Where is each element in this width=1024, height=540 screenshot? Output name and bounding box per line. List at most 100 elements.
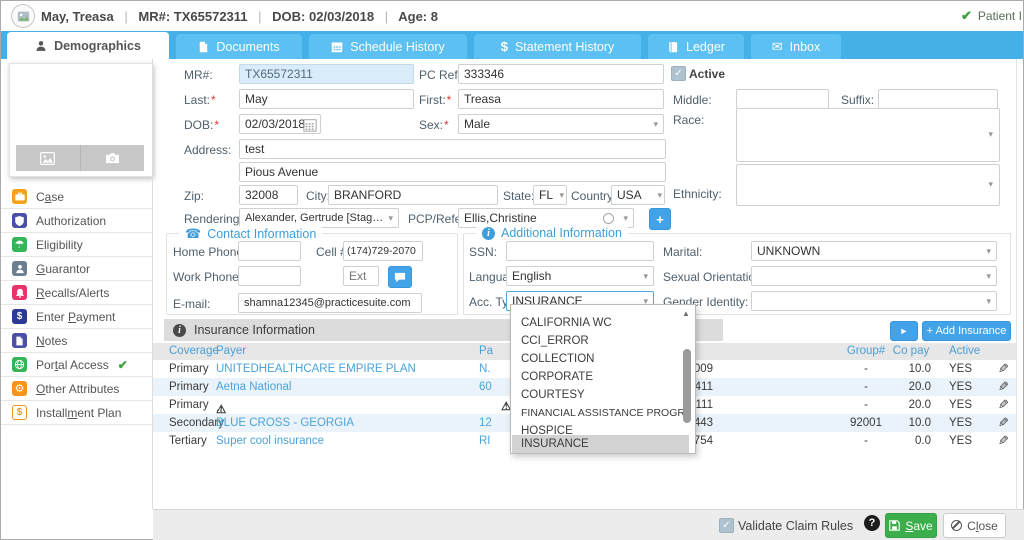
- expand-insurance-button[interactable]: ►: [890, 321, 918, 341]
- ethnicity-multiselect[interactable]: ▾: [736, 164, 1000, 206]
- home-phone-input[interactable]: [238, 241, 301, 261]
- edit-icon[interactable]: ✎: [998, 415, 1009, 431]
- race-multiselect[interactable]: ▾: [736, 108, 1000, 162]
- col-active[interactable]: Active: [949, 345, 980, 357]
- calendar-icon: [331, 41, 343, 53]
- calendar-picker-icon[interactable]: [303, 118, 317, 132]
- close-button[interactable]: Close: [943, 513, 1006, 538]
- tab-documents[interactable]: Documents: [176, 34, 302, 59]
- col-policy[interactable]: Pa: [479, 345, 493, 357]
- policy-link[interactable]: RI: [479, 435, 491, 447]
- sidebar-item-case[interactable]: Case: [1, 185, 152, 209]
- tab-ledger[interactable]: Ledger: [648, 34, 744, 59]
- city-input[interactable]: [328, 185, 498, 205]
- col-coverage[interactable]: Coverage: [169, 345, 219, 357]
- tab-statement-history[interactable]: $ Statement History: [474, 34, 641, 59]
- col-copay[interactable]: Co pay: [891, 345, 931, 357]
- work-phone-input[interactable]: [238, 266, 301, 286]
- zip-input[interactable]: [239, 185, 298, 205]
- address-line2-input[interactable]: [239, 162, 666, 182]
- sidebar-item-other-attributes[interactable]: ⚙ Other Attributes: [1, 377, 152, 401]
- dropdown-option[interactable]: CORPORATE: [512, 368, 689, 386]
- address-line1-input[interactable]: [239, 139, 666, 159]
- suffix-input[interactable]: [878, 89, 998, 109]
- state-select[interactable]: FL▾: [533, 185, 567, 205]
- dropdown-option-selected[interactable]: INSURANCE: [512, 435, 689, 453]
- tab-demographics[interactable]: Demographics: [7, 32, 169, 59]
- add-provider-button[interactable]: +: [649, 208, 671, 230]
- email-input[interactable]: [238, 293, 422, 313]
- dropdown-option[interactable]: CCI_ERROR: [512, 332, 689, 350]
- last-name-input[interactable]: [239, 89, 414, 109]
- dob-input[interactable]: 02/03/2018: [239, 114, 321, 134]
- gender-identity-select[interactable]: ▾: [751, 291, 997, 311]
- sidebar-item-enter-payment[interactable]: $ Enter Payment: [1, 305, 152, 329]
- dropdown-option[interactable]: FINANCIAL ASSISTANCE PROGRAM: [512, 404, 689, 422]
- validate-claim-rules-checkbox[interactable]: ✓: [719, 518, 734, 533]
- scrollbar-thumb[interactable]: [683, 349, 691, 423]
- address-label: Address:: [184, 143, 231, 157]
- help-icon[interactable]: ?: [864, 515, 880, 531]
- edit-icon[interactable]: ✎: [998, 433, 1009, 449]
- edit-icon[interactable]: ✎: [998, 379, 1009, 395]
- cell-input[interactable]: [343, 241, 423, 261]
- upload-photo-button[interactable]: [16, 145, 80, 171]
- sexual-orientation-label: Sexual Orientation:: [663, 270, 765, 284]
- tab-schedule-history[interactable]: Schedule History: [309, 34, 467, 59]
- policy-link[interactable]: 12: [479, 417, 492, 429]
- tab-inbox[interactable]: ✉ Inbox: [751, 34, 841, 59]
- save-button[interactable]: Save: [885, 513, 937, 538]
- sexual-orientation-select[interactable]: ▾: [751, 266, 997, 286]
- add-insurance-button[interactable]: + Add Insurance: [922, 321, 1011, 341]
- policy-link[interactable]: N.: [479, 363, 491, 375]
- edit-icon[interactable]: ✎: [998, 397, 1009, 413]
- language-select[interactable]: English▾: [506, 266, 654, 286]
- marital-select[interactable]: UNKNOWN▾: [751, 241, 997, 261]
- shield-icon: [12, 213, 27, 228]
- sidebar-item-guarantor[interactable]: Guarantor: [1, 257, 152, 281]
- clear-circle-icon[interactable]: [603, 213, 614, 224]
- first-name-input[interactable]: [458, 89, 664, 109]
- pcp-referring-input[interactable]: Ellis,Christine ▾: [458, 208, 634, 228]
- payer-link[interactable]: Aetna National: [216, 381, 291, 393]
- payer-link[interactable]: BLUE CROSS - GEORGIA: [216, 417, 354, 429]
- chevron-down-icon: ▾: [619, 213, 628, 224]
- copay-cell: 10.0: [891, 363, 931, 375]
- race-label: Race:: [673, 113, 704, 127]
- sidebar-item-portal-access[interactable]: Portal Access ✔: [1, 353, 152, 377]
- coverage-cell: Primary: [169, 399, 209, 411]
- mr-input[interactable]: [239, 64, 414, 84]
- active-cell: YES: [949, 363, 972, 375]
- panel-right-border: [1016, 59, 1017, 509]
- policy-link[interactable]: 60: [479, 381, 492, 393]
- scroll-up-icon[interactable]: ▲: [682, 309, 690, 318]
- sidebar-item-notes[interactable]: Notes: [1, 329, 152, 353]
- take-photo-button[interactable]: [80, 145, 145, 171]
- dropdown-option[interactable]: COURTESY: [512, 386, 689, 404]
- country-select[interactable]: USA▾: [611, 185, 665, 205]
- dropdown-option[interactable]: COLLECTION: [512, 350, 689, 368]
- sms-button[interactable]: [388, 266, 412, 288]
- payer-link[interactable]: UNITEDHEALTHCARE EMPIRE PLAN: [216, 363, 416, 375]
- edit-icon[interactable]: ✎: [998, 361, 1009, 377]
- dob-label: DOB:*: [184, 118, 219, 132]
- col-payer[interactable]: Payer: [216, 345, 246, 357]
- col-group[interactable]: Group#: [841, 345, 891, 357]
- sidebar-item-eligibility[interactable]: ☂ Eligibility: [1, 233, 152, 257]
- validate-claim-rules-label: Validate Claim Rules: [738, 519, 853, 533]
- sidebar-item-installment-plan[interactable]: $ Installment Plan: [1, 401, 152, 425]
- middle-name-input[interactable]: [736, 89, 829, 109]
- save-disk-icon: [889, 520, 900, 531]
- sidebar-item-authorization[interactable]: Authorization: [1, 209, 152, 233]
- ssn-input[interactable]: [506, 241, 654, 261]
- active-checkbox[interactable]: ✓: [671, 66, 686, 81]
- sex-select[interactable]: Male ▾: [458, 114, 664, 134]
- ext-input[interactable]: [343, 266, 379, 286]
- payer-link[interactable]: Super cool insurance: [216, 435, 324, 447]
- active-label: Active: [689, 67, 725, 81]
- rendering-provider-select[interactable]: Alexander, Gertrude [Stage QA] ▾: [239, 208, 399, 228]
- pcref-input[interactable]: [458, 64, 664, 84]
- sidebar-item-recalls-alerts[interactable]: Recalls/Alerts: [1, 281, 152, 305]
- dropdown-option[interactable]: CALIFORNIA WC: [512, 314, 689, 332]
- dropdown-scrollbar[interactable]: ▲: [681, 307, 693, 451]
